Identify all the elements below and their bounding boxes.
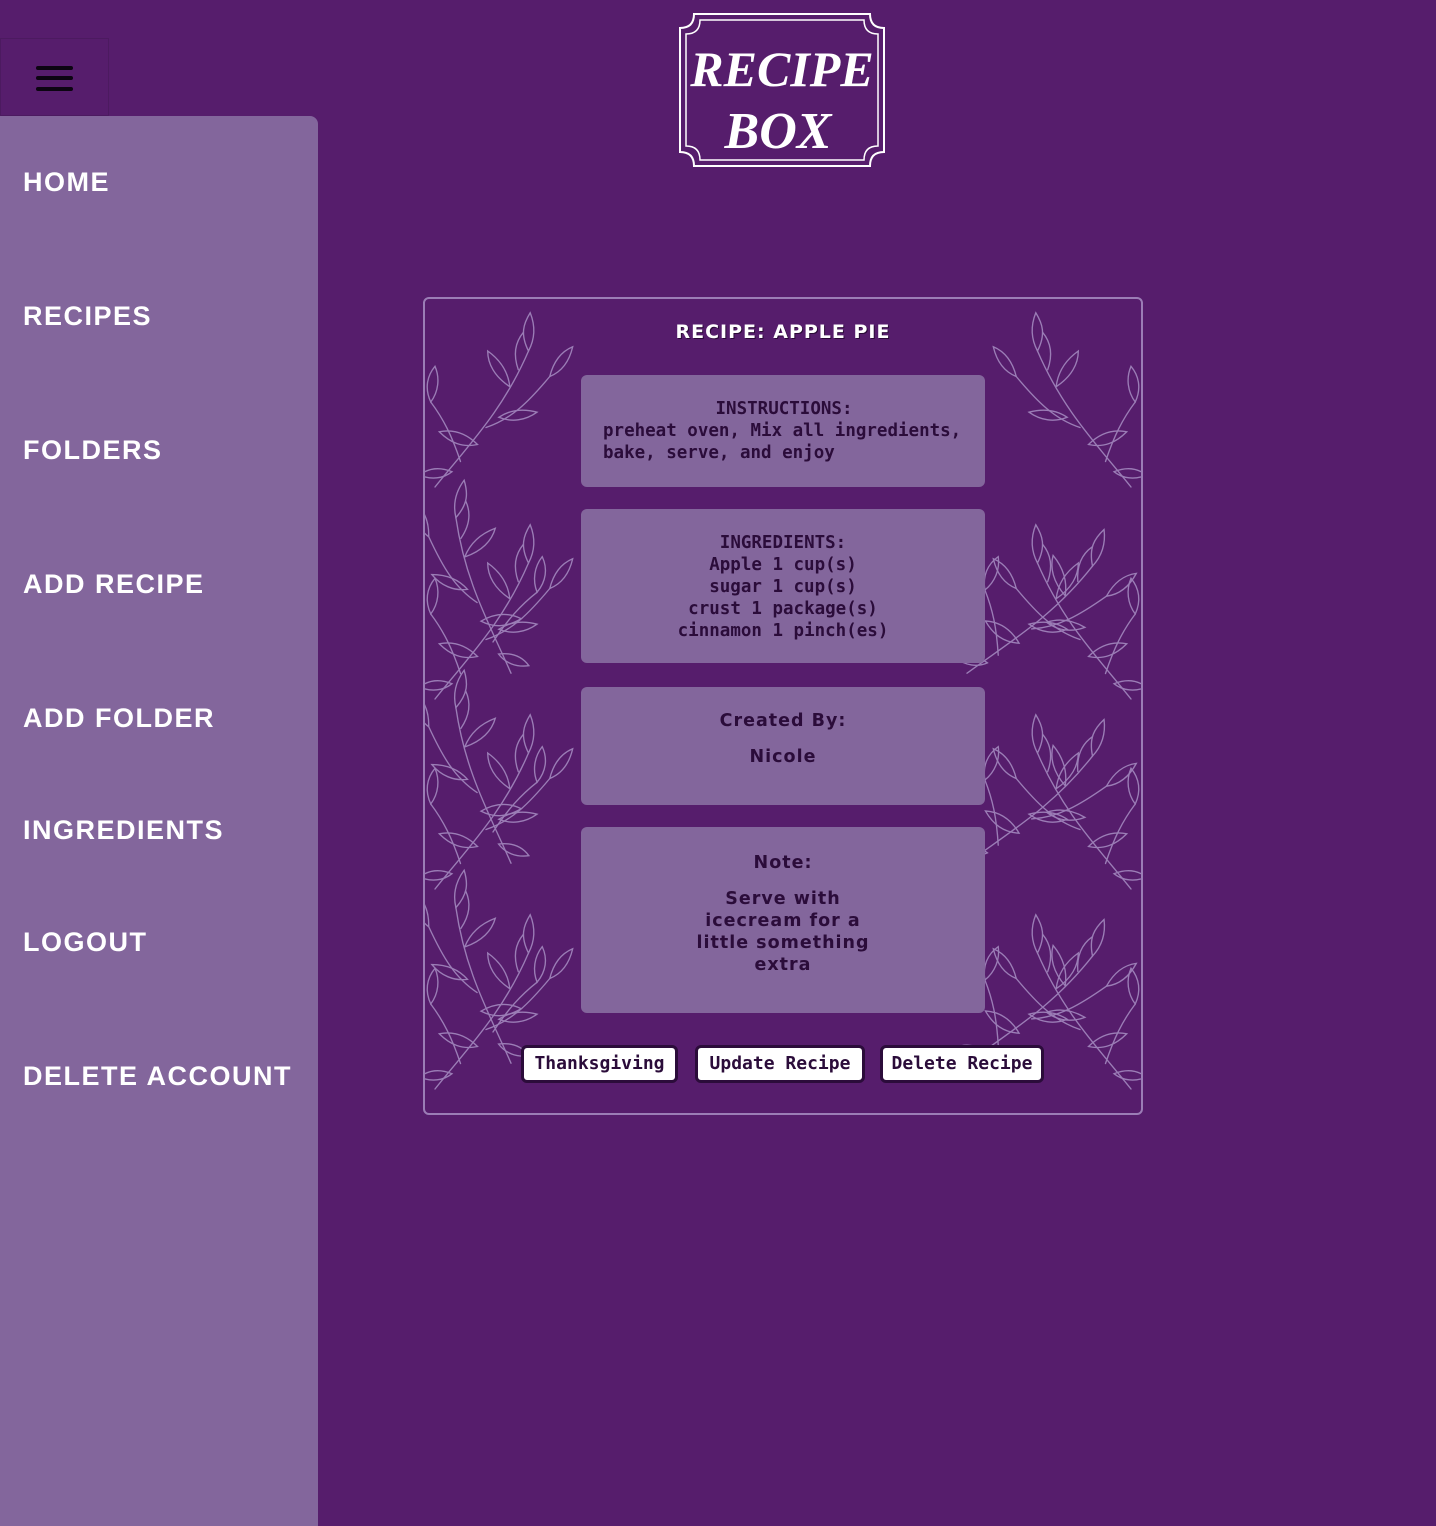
folder-tag-button[interactable]: Thanksgiving — [521, 1045, 678, 1083]
sidebar-item-add-folder[interactable]: ADD FOLDER — [23, 703, 215, 734]
created-by-box: Created By: Nicole — [581, 687, 985, 805]
menu-bar — [36, 76, 73, 80]
hamburger-menu-icon[interactable] — [0, 38, 109, 116]
sidebar-item-logout[interactable]: LOGOUT — [23, 927, 148, 958]
instructions-text: preheat oven, Mix all ingredients, bake,… — [603, 421, 962, 463]
delete-recipe-button[interactable]: Delete Recipe — [880, 1045, 1044, 1083]
recipe-box-logo: RECIPE BOX — [679, 13, 885, 167]
recipe-title: RECIPE: APPLE PIE — [675, 321, 891, 343]
note-label: Note: — [753, 853, 813, 873]
sidebar-item-ingredients[interactable]: INGREDIENTS — [23, 815, 224, 846]
update-recipe-button[interactable]: Update Recipe — [695, 1045, 865, 1083]
note-box: Note: Serve with icecream for a little s… — [581, 827, 985, 1013]
sidebar-item-add-recipe[interactable]: ADD RECIPE — [23, 569, 205, 600]
ingredients-label: INGREDIENTS: — [719, 533, 847, 553]
created-by-label: Created By: — [719, 711, 847, 731]
logo-line-recipe: RECIPE — [689, 41, 873, 97]
ingredients-box: INGREDIENTS: Apple 1 cup(s) sugar 1 cup(… — [581, 509, 985, 663]
instructions-box: INSTRUCTIONS: preheat oven, Mix all ingr… — [581, 375, 985, 487]
menu-bar — [36, 87, 73, 91]
note-text: Serve with icecream for a little somethi… — [696, 889, 870, 975]
recipe-card: RECIPE: APPLE PIE INSTRUCTIONS: preheat … — [423, 297, 1143, 1115]
sidebar-item-delete-account[interactable]: DELETE ACCOUNT — [23, 1061, 292, 1092]
sidebar-item-folders[interactable]: FOLDERS — [23, 435, 163, 466]
ingredient-item: sugar 1 cup(s) — [709, 577, 857, 597]
sidebar-item-home[interactable]: HOME — [23, 167, 110, 198]
menu-bar — [36, 66, 73, 70]
ingredient-item: cinnamon 1 pinch(es) — [677, 621, 889, 641]
ingredient-item: Apple 1 cup(s) — [709, 555, 857, 575]
sidebar-nav: HOME RECIPES FOLDERS ADD RECIPE ADD FOLD… — [0, 116, 318, 1526]
author-name: Nicole — [749, 747, 817, 767]
instructions-label: INSTRUCTIONS: — [715, 399, 853, 419]
sidebar-item-recipes[interactable]: RECIPES — [23, 301, 152, 332]
logo-line-box: BOX — [724, 103, 833, 160]
ingredient-item: crust 1 package(s) — [688, 599, 878, 619]
